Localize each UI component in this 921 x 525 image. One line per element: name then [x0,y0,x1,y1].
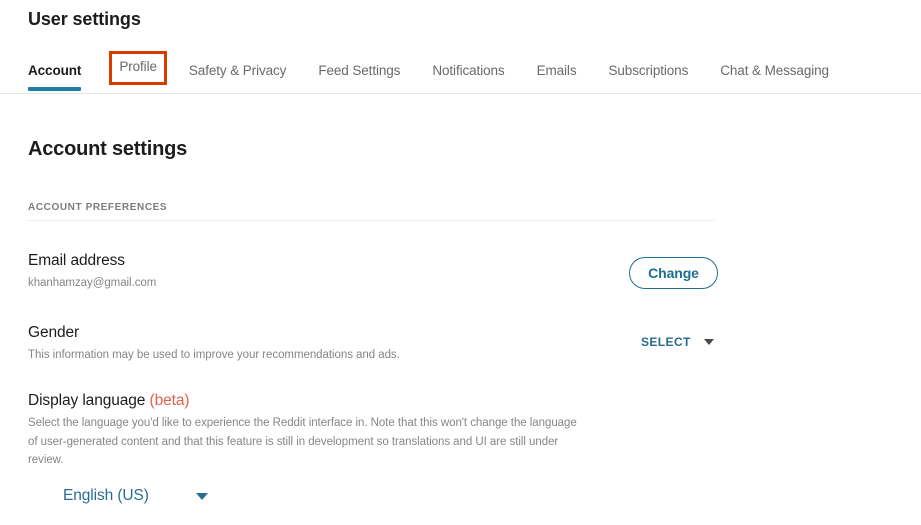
gender-select-label: SELECT [641,335,691,349]
gender-row-description: This information may be used to improve … [28,349,400,361]
tab-profile[interactable]: Profile [109,51,167,85]
setting-row-display-language: Display language (beta) Select the langu… [28,392,718,470]
section-divider [28,220,715,221]
display-language-dropdown[interactable]: English (US) [63,487,208,505]
chevron-down-icon [703,339,714,345]
setting-row-gender: Gender This information may be used to i… [28,324,718,365]
tab-notifications[interactable]: Notifications [432,58,504,91]
beta-badge: (beta) [149,392,190,409]
setting-row-email: Email address khanhamzay@gmail.com [28,252,718,293]
tab-safety-privacy[interactable]: Safety & Privacy [189,58,287,91]
section-title: Account settings [28,138,188,160]
display-language-row-title: Display language (beta) [28,392,718,410]
email-row-value: khanhamzay@gmail.com [28,277,157,289]
tab-account[interactable]: Account [28,58,82,91]
tab-subscriptions[interactable]: Subscriptions [609,58,689,91]
settings-tab-bar: Account Profile Safety & Privacy Feed Se… [0,51,921,94]
tab-emails[interactable]: Emails [537,58,577,91]
tab-feed-settings[interactable]: Feed Settings [318,58,400,91]
display-language-title-text: Display language [28,392,146,409]
user-settings-page: User settings Account Profile Safety & P… [0,0,921,525]
tab-chat-messaging[interactable]: Chat & Messaging [720,58,829,91]
tab-list: Account Profile Safety & Privacy Feed Se… [28,51,829,94]
gender-row-title: Gender [28,324,80,341]
account-preferences-label: ACCOUNT PREFERENCES [28,202,168,213]
change-email-button[interactable]: Change [629,257,718,289]
page-title: User settings [28,9,141,29]
email-row-title: Email address [28,252,125,269]
chevron-down-icon [195,492,208,500]
gender-select-dropdown[interactable]: SELECT [641,335,714,349]
display-language-selected-value: English (US) [63,487,149,504]
display-language-description: Select the language you'd like to experi… [28,417,577,467]
